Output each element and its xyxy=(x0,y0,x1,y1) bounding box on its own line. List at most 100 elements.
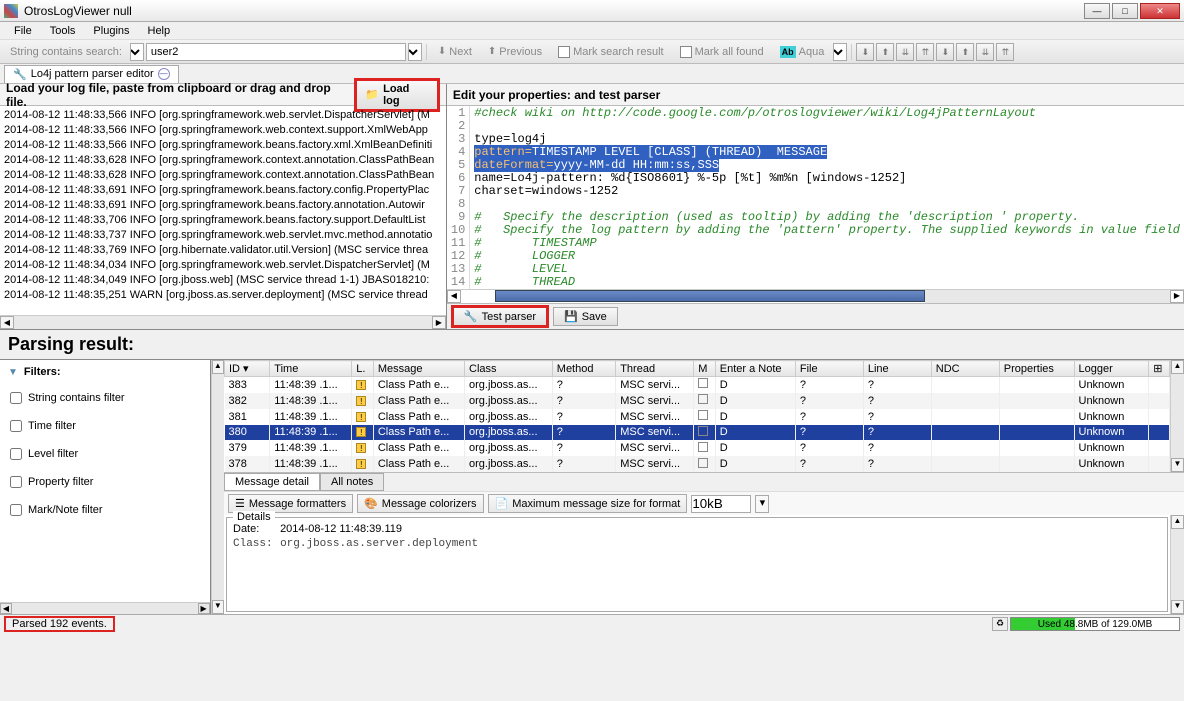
warn-icon: ! xyxy=(356,412,366,422)
events-table[interactable]: ID ▾TimeL.MessageClassMethodThreadMEnter… xyxy=(224,360,1170,472)
col-header[interactable]: ID ▾ xyxy=(225,361,270,377)
mark-all-button[interactable]: Mark all found xyxy=(673,43,771,61)
next-button[interactable]: ⬇Next xyxy=(431,43,479,61)
color-combo[interactable] xyxy=(833,43,847,61)
details-legend: Details xyxy=(233,511,275,523)
parsing-result-header: Parsing result: xyxy=(0,330,1184,360)
filter-checkbox[interactable] xyxy=(10,420,22,432)
code-editor[interactable]: 12345678910111213141516 #check wiki on h… xyxy=(447,106,1184,289)
minimize-button[interactable]: — xyxy=(1084,3,1110,19)
tool-btn-1[interactable]: ⬇ xyxy=(856,43,874,61)
tool-btn-6[interactable]: ⬆ xyxy=(956,43,974,61)
filters-hscroll[interactable]: ◀▶ xyxy=(0,602,210,614)
hscroll[interactable]: ◀▶ xyxy=(0,315,446,329)
filter-item-1[interactable]: Time filter xyxy=(0,412,210,440)
tab-message-detail[interactable]: Message detail xyxy=(224,473,320,491)
log-source-pane: Load your log file, paste from clipboard… xyxy=(0,84,447,329)
warn-icon: ! xyxy=(356,380,366,390)
table-row[interactable]: 38211:48:39 .1...! Class Path e...org.jb… xyxy=(225,393,1170,409)
table-row[interactable]: 38111:48:39 .1...! Class Path e...org.jb… xyxy=(225,409,1170,425)
mark-result-checkbox[interactable]: Mark search result xyxy=(551,43,670,61)
filters-vscroll[interactable]: ▲▼ xyxy=(211,360,224,614)
checkbox-icon xyxy=(558,46,570,58)
tab-close-icon[interactable]: — xyxy=(158,68,170,80)
up-arrow-icon: ⬆ xyxy=(488,46,496,57)
filter-item-4[interactable]: Mark/Note filter xyxy=(0,496,210,524)
max-size-combo[interactable] xyxy=(691,495,751,513)
mark-checkbox[interactable] xyxy=(698,410,708,420)
menu-file[interactable]: File xyxy=(6,24,40,38)
col-header[interactable]: Enter a Note xyxy=(715,361,795,377)
search-input[interactable] xyxy=(146,43,406,61)
down-arrow-icon: ⬇ xyxy=(438,46,446,57)
col-header[interactable]: Method xyxy=(552,361,615,377)
previous-button[interactable]: ⬆Previous xyxy=(481,43,549,61)
aqua-combo[interactable]: AbAqua xyxy=(773,43,832,61)
date-label: Date: xyxy=(233,523,277,535)
filters-pane: Filters: String contains filter Time fil… xyxy=(0,360,211,614)
tool-btn-7[interactable]: ⇊ xyxy=(976,43,994,61)
col-header[interactable]: File xyxy=(795,361,863,377)
gc-button[interactable]: ♻ xyxy=(992,617,1008,631)
table-vscroll[interactable]: ▲▼ xyxy=(1170,360,1184,472)
tool-btn-8[interactable]: ⇈ xyxy=(996,43,1014,61)
col-config[interactable]: ⊞ xyxy=(1149,361,1170,377)
tool-btn-3[interactable]: ⇊ xyxy=(896,43,914,61)
filter-checkbox[interactable] xyxy=(10,448,22,460)
search-label: String contains search: xyxy=(4,46,128,58)
menu-tools[interactable]: Tools xyxy=(42,24,84,38)
table-row[interactable]: 38311:48:39 .1...! Class Path e...org.jb… xyxy=(225,377,1170,393)
max-size-label: 📄Maximum message size for format xyxy=(488,494,688,513)
warn-icon: ! xyxy=(356,443,366,453)
filter-checkbox[interactable] xyxy=(10,476,22,488)
mark-checkbox[interactable] xyxy=(698,442,708,452)
message-colorizers-button[interactable]: 🎨Message colorizers xyxy=(357,494,483,513)
table-row[interactable]: 38011:48:39 .1...! Class Path e...org.jb… xyxy=(225,425,1170,441)
test-parser-button[interactable]: 🔧Test parser xyxy=(451,305,549,328)
col-header[interactable]: Properties xyxy=(999,361,1074,377)
code-hscroll[interactable]: ◀▶ xyxy=(447,289,1184,303)
col-header[interactable]: Time xyxy=(270,361,352,377)
mark-checkbox[interactable] xyxy=(698,458,708,468)
mark-checkbox[interactable] xyxy=(698,378,708,388)
filter-item-0[interactable]: String contains filter xyxy=(0,384,210,412)
col-header[interactable]: Line xyxy=(863,361,931,377)
table-row[interactable]: 37911:48:39 .1...! Class Path e...org.jb… xyxy=(225,440,1170,456)
details-vscroll[interactable]: ▲▼ xyxy=(1170,515,1184,614)
tool-btn-2[interactable]: ⬆ xyxy=(876,43,894,61)
col-header[interactable]: M xyxy=(694,361,716,377)
tab-label: Lo4j pattern parser editor xyxy=(31,68,154,80)
col-header[interactable]: Class xyxy=(465,361,553,377)
mark-checkbox[interactable] xyxy=(698,426,708,436)
search-history-combo[interactable] xyxy=(408,43,422,61)
maximize-button[interactable]: □ xyxy=(1112,3,1138,19)
col-header[interactable]: NDC xyxy=(931,361,999,377)
filter-checkbox[interactable] xyxy=(10,504,22,516)
filter-item-3[interactable]: Property filter xyxy=(0,468,210,496)
col-header[interactable]: L. xyxy=(352,361,374,377)
ab-icon: Ab xyxy=(780,46,796,58)
menu-help[interactable]: Help xyxy=(140,24,179,38)
filter-checkbox[interactable] xyxy=(10,392,22,404)
menu-plugins[interactable]: Plugins xyxy=(85,24,137,38)
warn-icon: ! xyxy=(356,427,366,437)
app-icon xyxy=(4,4,18,18)
table-row[interactable]: 37811:48:39 .1...! Class Path e...org.jb… xyxy=(225,456,1170,472)
col-header[interactable]: Logger xyxy=(1074,361,1149,377)
col-header[interactable]: Message xyxy=(373,361,464,377)
memory-bar[interactable]: Used 48.8MB of 129.0MB xyxy=(1010,617,1180,631)
search-type-combo[interactable] xyxy=(130,43,144,61)
class-label: Class: xyxy=(233,538,277,550)
size-dropdown-icon[interactable]: ▾ xyxy=(755,495,769,513)
raw-log-textarea[interactable]: 2014-08-12 11:48:33,566 INFO [org.spring… xyxy=(0,106,446,315)
mark-checkbox[interactable] xyxy=(698,394,708,404)
close-button[interactable]: ✕ xyxy=(1140,3,1180,19)
list-icon: ☰ xyxy=(235,497,245,510)
class-value: org.jboss.as.server.deployment xyxy=(280,538,478,550)
tool-btn-5[interactable]: ⬇ xyxy=(936,43,954,61)
save-button[interactable]: 💾Save xyxy=(553,307,618,326)
tab-all-notes[interactable]: All notes xyxy=(320,473,384,491)
filter-item-2[interactable]: Level filter xyxy=(0,440,210,468)
tool-btn-4[interactable]: ⇈ xyxy=(916,43,934,61)
col-header[interactable]: Thread xyxy=(616,361,694,377)
